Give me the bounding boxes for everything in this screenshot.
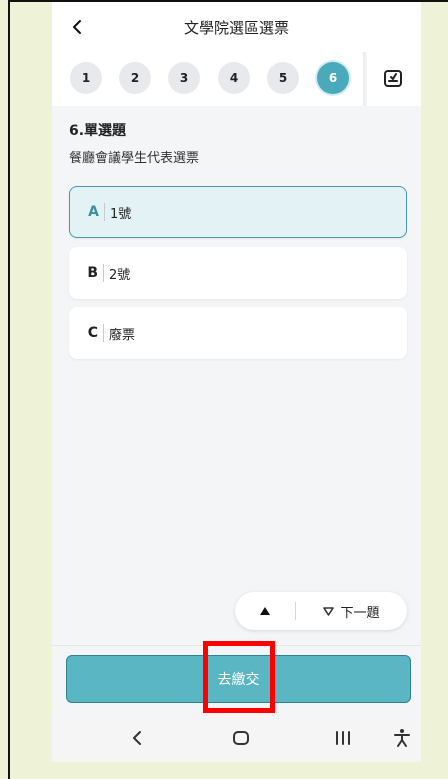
step-5[interactable]: 5 bbox=[267, 62, 299, 94]
option-b[interactable]: B 2號 bbox=[69, 247, 407, 299]
option-separator bbox=[104, 203, 105, 221]
accessibility-icon bbox=[394, 729, 410, 747]
accessibility-button[interactable] bbox=[389, 726, 415, 750]
option-letter: B bbox=[87, 265, 98, 281]
option-label: 廢票 bbox=[109, 327, 136, 343]
step-3[interactable]: 3 bbox=[168, 62, 200, 94]
recent-apps-icon bbox=[336, 731, 350, 745]
step-1[interactable]: 1 bbox=[70, 62, 102, 94]
next-question-button[interactable]: 下一題 bbox=[296, 592, 407, 630]
option-c[interactable]: C 廢票 bbox=[69, 307, 407, 359]
step-4[interactable]: 4 bbox=[218, 62, 250, 94]
back-arrow-icon bbox=[73, 20, 81, 34]
previous-question-button[interactable] bbox=[235, 592, 295, 630]
triangle-up-icon bbox=[260, 607, 270, 615]
next-question-label: 下一題 bbox=[340, 605, 380, 621]
page-title: 文學院選區選票 bbox=[183, 18, 289, 37]
system-home-button[interactable] bbox=[228, 726, 254, 750]
option-separator bbox=[103, 324, 104, 342]
option-letter: C bbox=[87, 325, 98, 341]
answer-sheet-button[interactable] bbox=[379, 64, 407, 92]
home-icon bbox=[233, 731, 249, 745]
question-step-bar: 1 2 3 4 5 6 bbox=[52, 52, 421, 106]
back-button[interactable] bbox=[64, 14, 90, 40]
option-letter: A bbox=[88, 204, 99, 220]
phone-screen: 文學院選區選票 1 2 3 4 5 6 6.單選題 餐廳會議學生代表選票 A 1… bbox=[52, 2, 421, 762]
step-2[interactable]: 2 bbox=[119, 62, 151, 94]
option-separator bbox=[103, 264, 104, 282]
question-nav-pill: 下一題 bbox=[235, 592, 407, 630]
option-label: 1號 bbox=[110, 206, 132, 222]
system-back-icon bbox=[133, 731, 141, 745]
answer-sheet-icon bbox=[384, 70, 402, 87]
screenshot-frame-left bbox=[8, 0, 10, 779]
triangle-down-icon bbox=[323, 606, 335, 616]
step-6[interactable]: 6 bbox=[317, 62, 349, 94]
app-header: 文學院選區選票 bbox=[52, 2, 421, 52]
question-heading: 6.單選題 bbox=[69, 123, 127, 139]
steps-divider bbox=[363, 52, 367, 106]
system-recent-apps-button[interactable] bbox=[330, 726, 356, 750]
option-label: 2號 bbox=[109, 267, 131, 283]
submit-button[interactable]: 去繳交 bbox=[66, 655, 411, 703]
option-a[interactable]: A 1號 bbox=[69, 186, 407, 238]
question-text: 餐廳會議學生代表選票 bbox=[69, 151, 200, 166]
system-back-button[interactable] bbox=[124, 726, 150, 750]
system-nav-bar bbox=[52, 714, 421, 762]
